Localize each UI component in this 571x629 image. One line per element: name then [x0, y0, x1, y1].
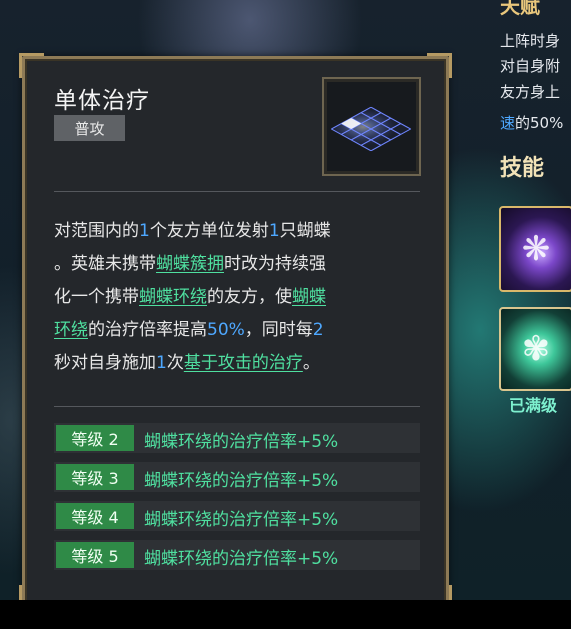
description-text: 个友方单位发射: [149, 221, 269, 241]
keyword-link[interactable]: 蝴蝶簇拥: [156, 254, 224, 274]
talent-line: 速的50%: [500, 112, 563, 133]
stat-keyword: 速: [500, 114, 516, 132]
skill-slot-2[interactable]: ✾: [499, 307, 571, 391]
description-line: 环绕的治疗倍率提高50%，同时每2: [54, 314, 424, 347]
keyword-link[interactable]: 蝴蝶环绕: [139, 287, 207, 307]
butterfly-swirl-icon: ❋: [521, 229, 551, 269]
talent-header: 天赋: [500, 0, 540, 18]
description-text: 的友方，使: [207, 287, 292, 307]
talent-text: 对自身附: [500, 57, 561, 75]
talent-text: 上阵时身: [500, 32, 561, 50]
talent-text: 的50%: [515, 114, 564, 132]
number-value: 2: [312, 320, 324, 340]
description-text: 次: [166, 353, 184, 373]
talent-line: 对自身附: [500, 55, 560, 76]
divider: [54, 406, 420, 407]
talent-text: 友方身上: [500, 83, 561, 101]
skill-type-tag: 普攻: [54, 115, 125, 141]
level-row: 等级 4 蝴蝶环绕的治疗倍率+5%: [54, 501, 420, 531]
level-row: 等级 5 蝴蝶环绕的治疗倍率+5%: [54, 540, 420, 570]
keyword-link[interactable]: 环绕: [54, 320, 88, 340]
level-row: 等级 2 蝴蝶环绕的治疗倍率+5%: [54, 423, 420, 453]
level-badge: 等级 3: [56, 464, 134, 490]
keyword-link[interactable]: 蝴蝶: [292, 287, 326, 307]
level-badge: 等级 5: [56, 542, 134, 568]
right-panel: 天赋 上阵时身 对自身附 友方身上 速的50% 技能 ❋ ✾ 已满级: [497, 0, 571, 600]
level-effect: 蝴蝶环绕的治疗倍率+5%: [144, 549, 339, 569]
description-text: 。: [302, 353, 320, 373]
description-text: 对范围内的: [54, 221, 139, 241]
description-text: 只蝴蝶: [279, 221, 331, 241]
description-text: 化一个携带: [54, 287, 139, 307]
description-text: 。英雄未携带: [54, 254, 156, 274]
level-effect: 蝴蝶环绕的治疗倍率+5%: [144, 510, 339, 530]
description-line: 秒对自身施加1次基于攻击的治疗。: [54, 347, 424, 380]
number-value: 1: [268, 221, 280, 241]
maxed-label: 已满级: [509, 396, 558, 415]
number-value: 1: [156, 353, 167, 373]
number-value: 1: [139, 221, 150, 241]
description-text: 的治疗倍率提高: [88, 320, 207, 340]
description-line: 对范围内的1个友方单位发射1只蝴蝶: [54, 215, 424, 248]
skills-title: 技能: [500, 156, 545, 181]
corner-ornament: [427, 53, 452, 78]
skill-icon-frame: [322, 77, 421, 176]
talent-line: 上阵时身: [500, 30, 560, 51]
grid-tile-icon: [330, 106, 412, 152]
description-text: ，同时每: [244, 320, 313, 340]
keyword-link[interactable]: 基于攻击的治疗: [184, 353, 303, 373]
description-text: 秒对自身施加: [54, 353, 156, 373]
level-badge: 等级 4: [56, 503, 134, 529]
number-value: 50%: [207, 320, 245, 340]
corner-ornament: [19, 53, 44, 78]
butterfly-icon: ✾: [521, 329, 551, 369]
talent-line: 友方身上: [500, 81, 560, 102]
level-row: 等级 3 蝴蝶环绕的治疗倍率+5%: [54, 462, 420, 492]
skill-description: 对范围内的1个友方单位发射1只蝴蝶 。英雄未携带蝴蝶簇拥时改为持续强 化一个携带蝴蝶…: [54, 215, 424, 380]
description-line: 化一个携带蝴蝶环绕的友方，使蝴蝶: [54, 281, 424, 314]
divider: [54, 191, 420, 192]
skill-slot-1[interactable]: ❋: [499, 206, 571, 292]
description-text: 时改为持续强: [224, 254, 326, 274]
level-badge: 等级 2: [56, 425, 134, 451]
skill-title: 单体治疗: [54, 88, 150, 114]
description-line: 。英雄未携带蝴蝶簇拥时改为持续强: [54, 248, 424, 281]
bottom-bar: [0, 600, 571, 629]
skill-tooltip: 单体治疗 普攻 对范围内的1个友方单位发射1只蝴蝶 。英雄未携带蝴蝶簇拥时改为持…: [19, 53, 452, 610]
level-effect: 蝴蝶环绕的治疗倍率+5%: [144, 471, 339, 491]
level-effect: 蝴蝶环绕的治疗倍率+5%: [144, 432, 339, 452]
